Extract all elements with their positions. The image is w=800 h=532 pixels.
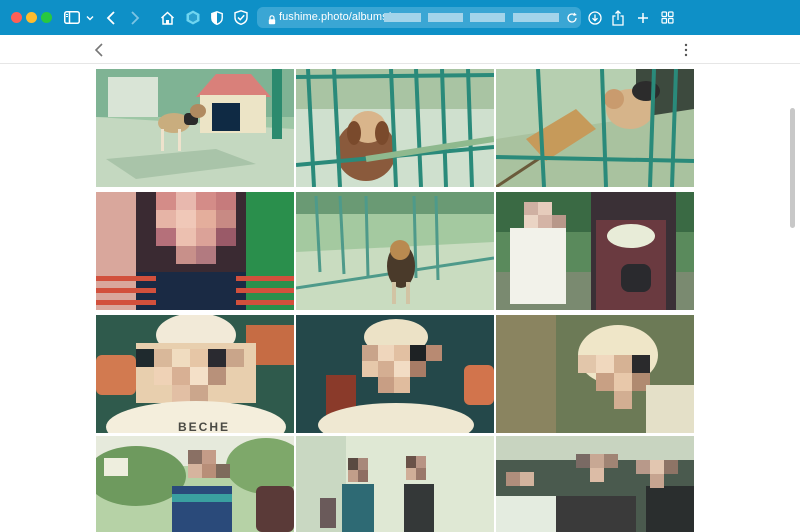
chevron-left-icon — [94, 43, 103, 57]
url-redaction — [384, 13, 421, 22]
photo-tile[interactable] — [296, 315, 494, 433]
photo-beagle-doghouse — [96, 69, 294, 187]
photo-tile[interactable] — [496, 192, 694, 310]
photo-beagle-fence — [296, 69, 494, 187]
photo-tile[interactable] — [296, 69, 494, 187]
share-icon[interactable] — [612, 8, 624, 27]
photo-baby-bonnet-1: BECHE — [96, 315, 294, 433]
photo-tile[interactable] — [296, 436, 494, 532]
lock-icon — [268, 12, 276, 30]
close-window-button[interactable] — [11, 12, 22, 23]
new-tab-icon[interactable] — [637, 8, 649, 27]
more-options-button[interactable] — [680, 42, 692, 58]
url-redaction — [470, 13, 505, 22]
download-icon[interactable] — [588, 8, 602, 27]
photo-tile[interactable] — [96, 192, 294, 310]
photo-child-striped-shirt — [96, 192, 294, 310]
page-scrollbar[interactable] — [790, 108, 795, 228]
photo-dog-garden-fence — [296, 192, 494, 310]
photo-baby-bonnet-2 — [296, 315, 494, 433]
album-back-button[interactable] — [91, 41, 109, 59]
address-bar[interactable]: fushime.photo/albums/ — [257, 7, 581, 28]
forward-arrow-icon[interactable] — [130, 8, 140, 27]
verified-shield-icon[interactable] — [234, 8, 248, 27]
shield-icon[interactable] — [211, 8, 223, 27]
reload-icon[interactable] — [566, 11, 578, 29]
photo-person-outdoors — [96, 436, 294, 532]
photo-tile[interactable] — [496, 69, 694, 187]
photo-grid: BECHE — [96, 66, 694, 532]
back-arrow-icon[interactable] — [106, 8, 116, 27]
photo-tile[interactable] — [96, 436, 294, 532]
more-vertical-icon — [684, 43, 688, 57]
photo-group — [496, 436, 694, 532]
url-text: fushime.photo/albums/ — [279, 11, 391, 23]
tab-overview-icon[interactable] — [661, 8, 674, 27]
url-redaction — [428, 13, 463, 22]
browser-toolbar: fushime.photo/albums/ — [0, 0, 800, 35]
photo-two-people — [296, 436, 494, 532]
photo-child-and-adult — [496, 192, 694, 310]
zoom-window-button[interactable] — [41, 12, 52, 23]
url-redaction — [513, 13, 559, 22]
photo-baby-bonnet-3 — [496, 315, 694, 433]
sidebar-toggle-icon[interactable] — [64, 8, 80, 27]
chevron-down-icon[interactable] — [86, 8, 94, 27]
album-header — [0, 35, 800, 64]
photo-tile[interactable]: BECHE — [96, 315, 294, 433]
svg-text:BECHE: BECHE — [178, 420, 230, 433]
photo-tile[interactable] — [496, 315, 694, 433]
minimize-window-button[interactable] — [26, 12, 37, 23]
privacy-hexagon-icon[interactable] — [186, 8, 200, 27]
photo-tile[interactable] — [496, 436, 694, 532]
home-icon[interactable] — [160, 8, 175, 27]
photo-tile[interactable] — [96, 69, 294, 187]
photo-beagle-broom — [496, 69, 694, 187]
photo-tile[interactable] — [296, 192, 494, 310]
